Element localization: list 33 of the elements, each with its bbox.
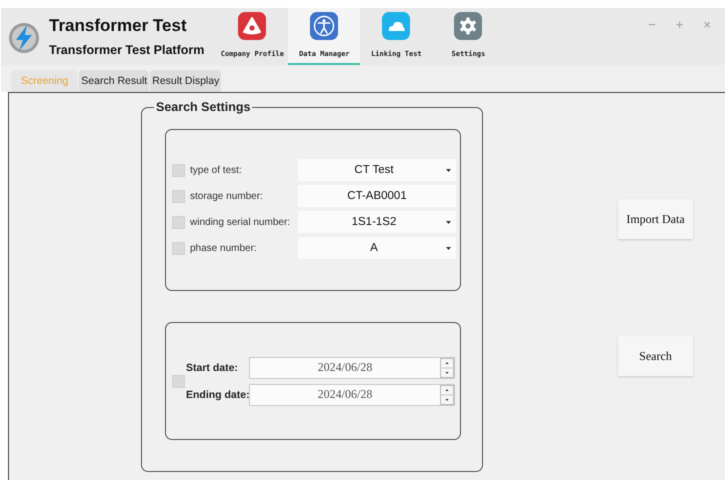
tab[interactable]: Search Result xyxy=(79,70,150,92)
date-label: Start date: xyxy=(186,362,239,374)
checkbox[interactable] xyxy=(172,164,185,176)
input-field[interactable]: CT-AB0001 xyxy=(298,185,456,207)
gear-icon xyxy=(454,12,482,40)
caret-icon xyxy=(446,246,451,250)
date-field[interactable]: 2024/06/28 xyxy=(249,384,455,406)
date-field[interactable]: 2024/06/28 xyxy=(249,356,455,378)
cloud-icon xyxy=(382,12,410,40)
field-label: type of test: xyxy=(190,164,243,176)
spinner-icon[interactable] xyxy=(440,358,454,378)
dropdown[interactable]: 1S1-1S2 xyxy=(298,211,456,233)
caret-icon xyxy=(446,220,451,224)
dropdown[interactable]: A xyxy=(298,237,456,259)
action-button[interactable]: Search xyxy=(618,336,693,376)
dropdown[interactable]: CT Test xyxy=(298,159,456,181)
app-title: Transformer Test xyxy=(49,16,188,36)
field-label: winding serial number: xyxy=(190,216,292,228)
field-label: phase number: xyxy=(190,242,258,254)
checkbox[interactable] xyxy=(172,216,185,228)
checkbox[interactable] xyxy=(172,242,185,254)
date-label: Ending date: xyxy=(186,388,249,400)
tab[interactable]: Result Display xyxy=(150,70,222,92)
action-button[interactable]: Import Data xyxy=(618,199,693,239)
app-subtitle: Transformer Test Platform xyxy=(49,42,204,58)
caret-icon xyxy=(446,168,451,172)
checkbox[interactable] xyxy=(172,190,185,202)
field-label: storage number: xyxy=(190,190,264,202)
checkbox[interactable] xyxy=(172,374,185,388)
person-icon xyxy=(310,12,338,40)
group-title: Search Settings xyxy=(155,100,252,114)
spinner-icon[interactable] xyxy=(440,384,454,404)
lightning-icon xyxy=(8,22,40,54)
